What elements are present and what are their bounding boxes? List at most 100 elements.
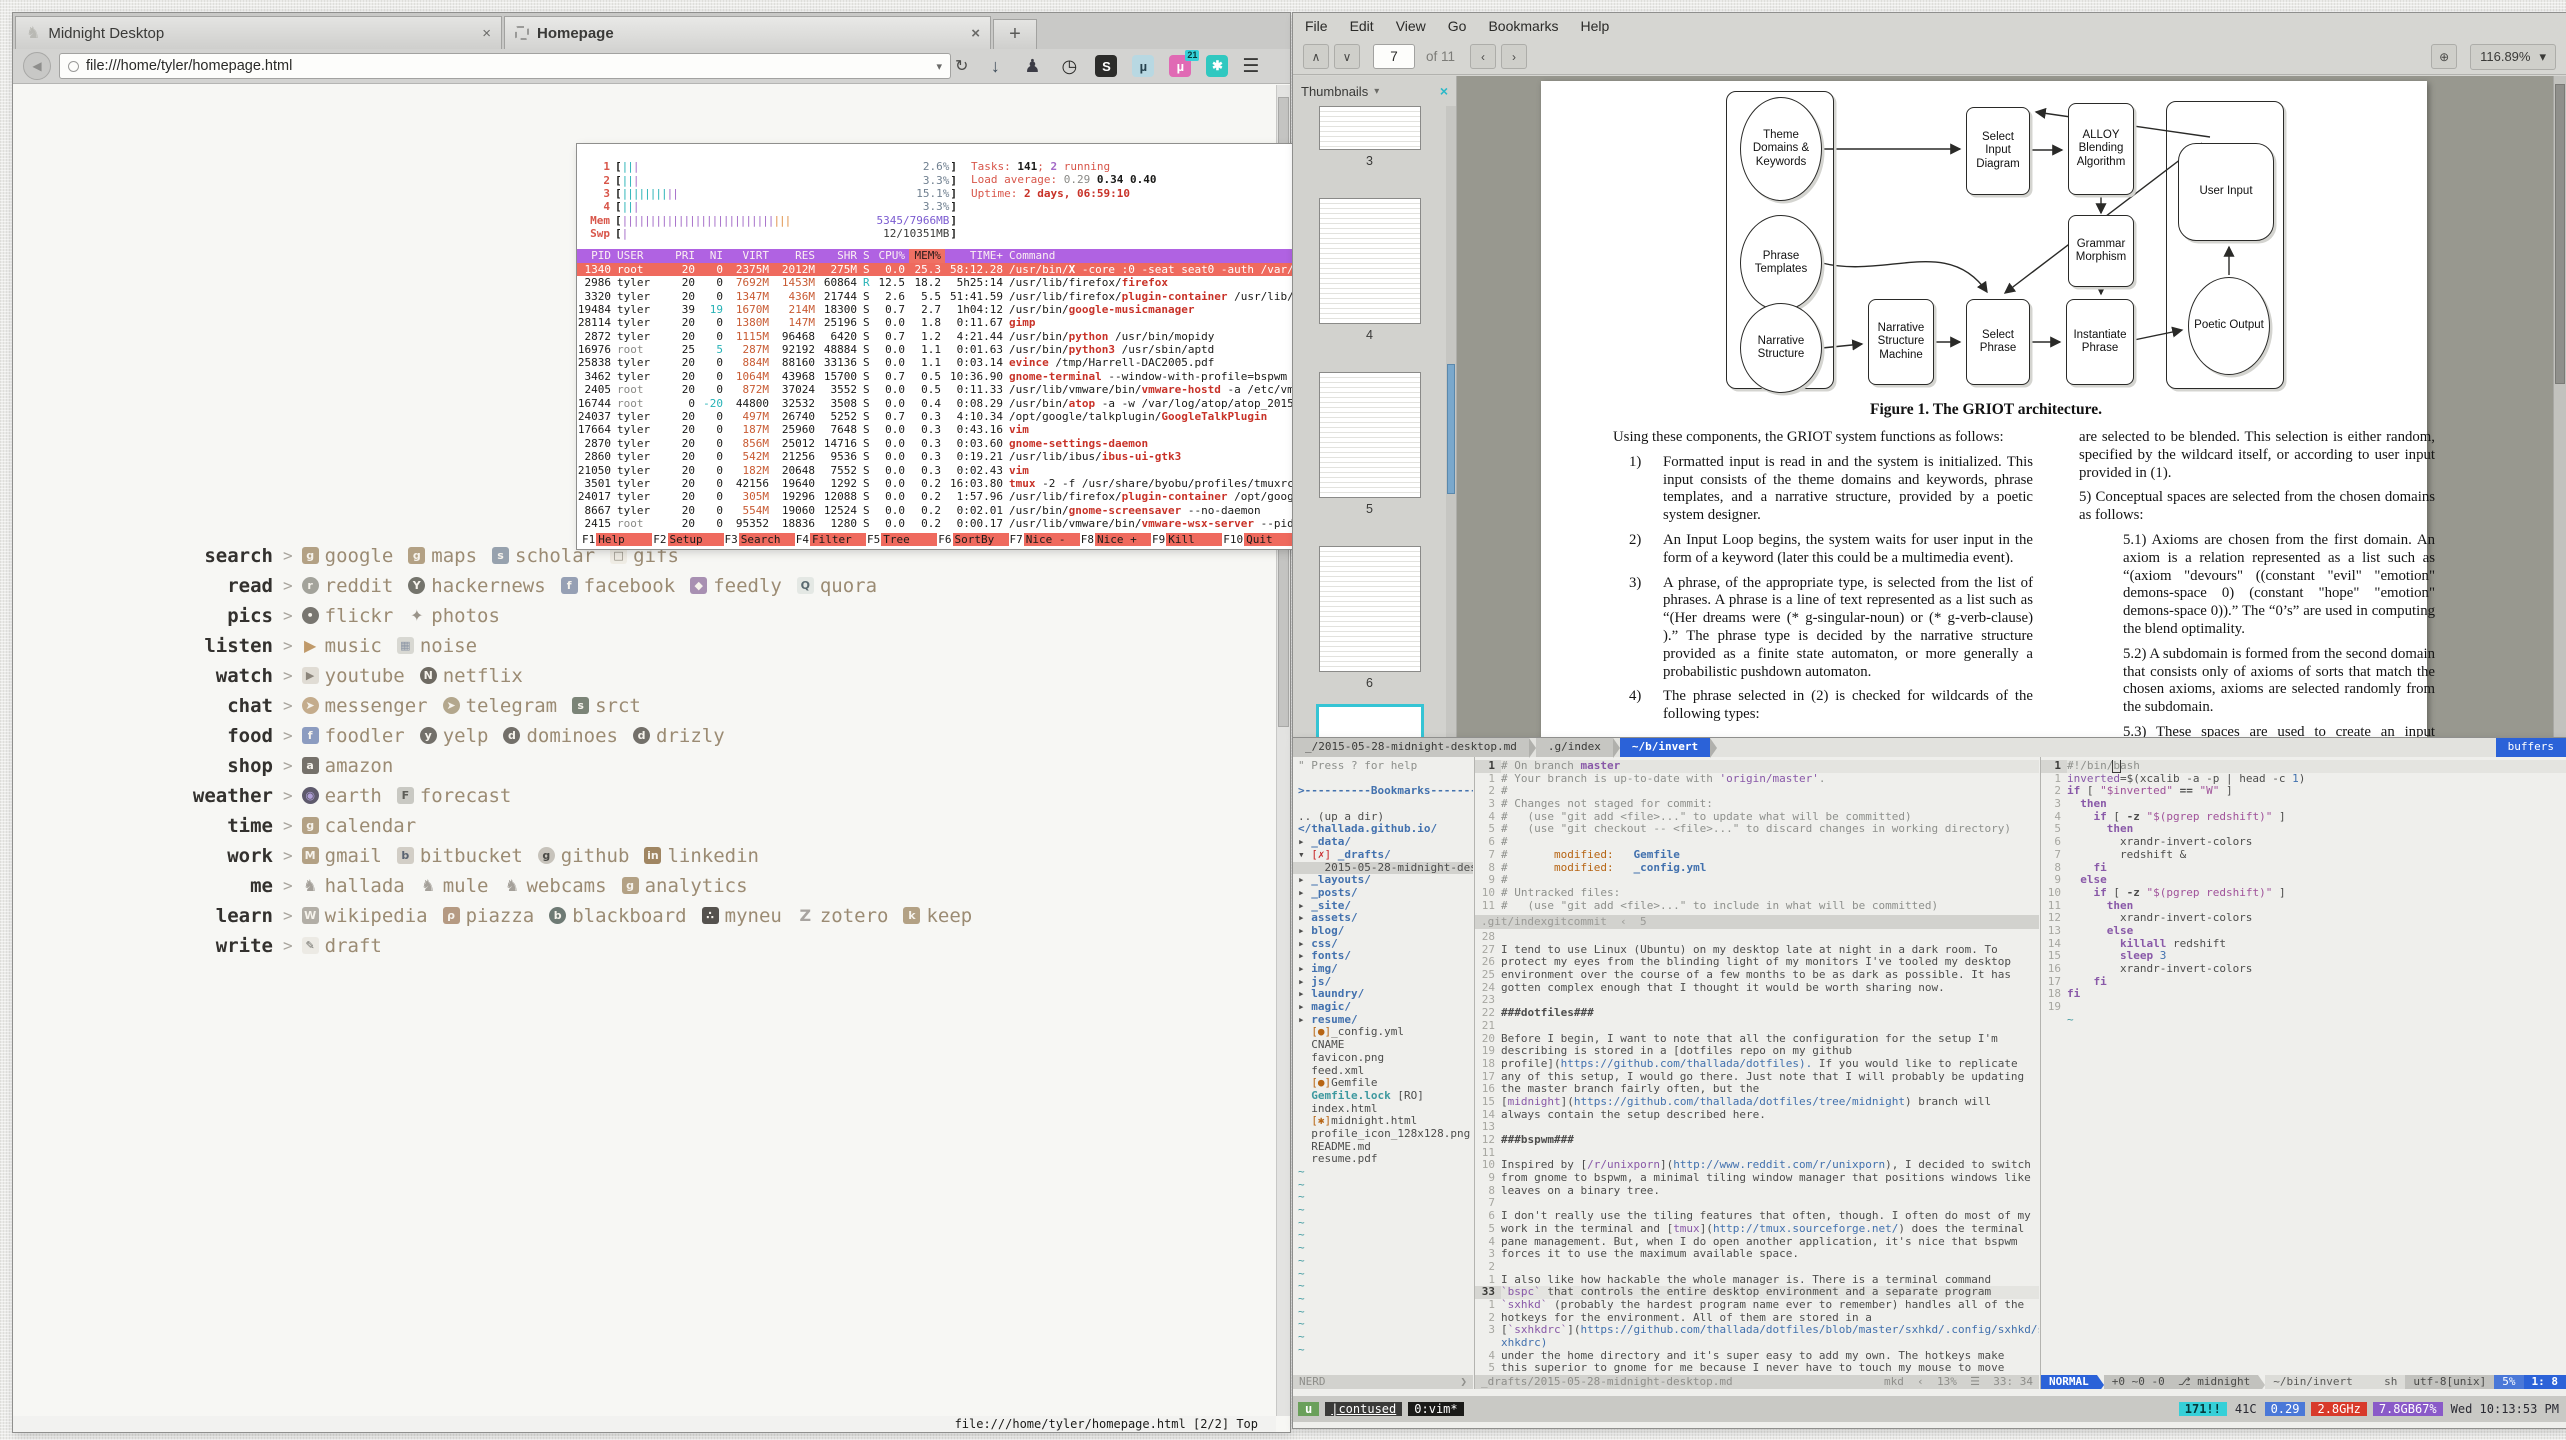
sidebar-scrollbar[interactable] bbox=[1446, 106, 1456, 737]
buffer-tab[interactable]: _/2015-05-28-midnight-desktop.md bbox=[1293, 738, 1529, 757]
yelp-link[interactable]: yyelp bbox=[420, 725, 489, 747]
page-number-input[interactable]: 7 bbox=[1373, 44, 1415, 69]
process-row[interactable]: 2870tyler200856M2501214716S0.00.30:03.60… bbox=[577, 437, 1330, 450]
process-row[interactable]: 17664tyler200187M259607648S0.00.30:43.16… bbox=[577, 423, 1330, 436]
page-down-button[interactable]: ∨ bbox=[1334, 44, 1360, 69]
process-row[interactable]: 19484tyler39191670M214M18300S0.72.71h04:… bbox=[577, 303, 1330, 316]
process-row[interactable]: 24037tyler200497M267405252S0.70.34:10.34… bbox=[577, 410, 1330, 423]
column-header-mem[interactable]: MEM% bbox=[909, 249, 945, 262]
hackernews-link[interactable]: Yhackernews bbox=[408, 575, 545, 597]
dominoes-link[interactable]: ddominoes bbox=[503, 725, 618, 747]
fkey-f8[interactable]: F8Nice + bbox=[1080, 533, 1151, 546]
thumbnail-page-3[interactable] bbox=[1319, 106, 1421, 150]
tab-close-icon[interactable]: × bbox=[971, 25, 980, 42]
forecast-link[interactable]: Fforecast bbox=[397, 785, 512, 807]
bitbucket-link[interactable]: bbitbucket bbox=[397, 845, 523, 867]
url-bar[interactable]: file:///home/tyler/homepage.html ▾ bbox=[59, 53, 951, 79]
process-row[interactable]: 1340root2002375M2012M275MS0.025.358:12.2… bbox=[577, 263, 1330, 276]
menu-item-edit[interactable]: Edit bbox=[1350, 18, 1374, 34]
telegram-link[interactable]: ➤telegram bbox=[443, 695, 558, 717]
calendar-link[interactable]: gcalendar bbox=[302, 815, 417, 837]
page-up-button[interactable]: ∧ bbox=[1303, 44, 1329, 69]
zoom-level-dropdown[interactable]: 116.89% ▾ bbox=[2470, 44, 2556, 70]
column-header-res[interactable]: RES bbox=[773, 249, 819, 262]
menu-item-bookmarks[interactable]: Bookmarks bbox=[1488, 18, 1558, 34]
menu-item-file[interactable]: File bbox=[1305, 18, 1328, 34]
menu-item-help[interactable]: Help bbox=[1581, 18, 1610, 34]
nerdtree-pane[interactable]: " Press ? for help>----------Bookmarks--… bbox=[1293, 757, 1473, 1389]
quora-link[interactable]: Qquora bbox=[797, 575, 877, 597]
analytics-link[interactable]: ganalytics bbox=[622, 875, 748, 897]
fkey-f1[interactable]: F1Help bbox=[581, 533, 652, 546]
fkey-f4[interactable]: F4Filter bbox=[795, 533, 866, 546]
pocket-icon[interactable]: ♟ bbox=[1021, 55, 1043, 77]
process-row[interactable]: 24017tyler200305M1929612088S0.00.21:57.9… bbox=[577, 490, 1330, 503]
download-icon[interactable]: ↓ bbox=[984, 55, 1006, 77]
myneu-link[interactable]: ∴myneu bbox=[702, 905, 782, 927]
google-link[interactable]: ggoogle bbox=[302, 545, 394, 567]
column-header-pri[interactable]: PRI bbox=[673, 249, 699, 262]
process-row[interactable]: 8667tyler200554M1906012524S0.00.20:02.01… bbox=[577, 504, 1330, 517]
process-row[interactable]: 2415root20095352188361280S0.00.20:00.17/… bbox=[577, 517, 1330, 530]
umatrix-icon[interactable]: µ bbox=[1132, 55, 1154, 77]
tab-midnight-desktop[interactable]: ♞ Midnight Desktop × bbox=[15, 16, 502, 49]
foodler-link[interactable]: ffoodler bbox=[302, 725, 405, 747]
thumbnail-page-5[interactable] bbox=[1319, 372, 1421, 498]
gmail-link[interactable]: Mgmail bbox=[302, 845, 382, 867]
process-row[interactable]: 16976root255287M9219248884S0.01.10:01.63… bbox=[577, 343, 1330, 356]
column-header-command[interactable]: Command bbox=[1007, 249, 1330, 262]
history-back-button[interactable]: ‹ bbox=[1470, 44, 1496, 69]
buffer-tab[interactable]: .g/index bbox=[1536, 738, 1613, 757]
tab-homepage[interactable]: Homepage × bbox=[504, 16, 991, 49]
fkey-f10[interactable]: F10Quit bbox=[1222, 533, 1300, 546]
pdf-scrollbar[interactable] bbox=[2553, 76, 2566, 737]
flashstopper-icon[interactable]: ✱ bbox=[1206, 55, 1228, 77]
process-row[interactable]: 3462tyler2001064M4396815700S0.70.510:36.… bbox=[577, 370, 1330, 383]
process-row[interactable]: 2860tyler200542M212569536S0.00.30:19.21/… bbox=[577, 450, 1330, 463]
keep-link[interactable]: kkeep bbox=[903, 905, 972, 927]
piazza-link[interactable]: ρpiazza bbox=[443, 905, 535, 927]
column-header-ni[interactable]: NI bbox=[699, 249, 727, 262]
photos-link[interactable]: ✦photos bbox=[408, 605, 500, 627]
scriptsafe-icon[interactable]: S bbox=[1095, 55, 1117, 77]
process-row[interactable]: 2872tyler2001115M964686420S0.71.24:21.44… bbox=[577, 330, 1330, 343]
column-header-virt[interactable]: VIRT bbox=[727, 249, 773, 262]
youtube-link[interactable]: ▶youtube bbox=[302, 665, 405, 687]
middle-vim-pane[interactable]: 1# On branch master1# Your branch is up-… bbox=[1474, 757, 2039, 1389]
reload-icon[interactable]: ↻ bbox=[955, 56, 968, 76]
column-header-time[interactable]: TIME+ bbox=[945, 249, 1007, 262]
sidebar-dropdown-icon[interactable]: ▾ bbox=[1374, 86, 1379, 97]
session-name[interactable]: |contused bbox=[1325, 1402, 1402, 1417]
process-row[interactable]: 28114tyler2001380M147M25196S0.01.80:11.6… bbox=[577, 316, 1330, 329]
thumbnail-page-6[interactable] bbox=[1319, 546, 1421, 672]
column-header-pid[interactable]: PID bbox=[577, 249, 615, 262]
process-row[interactable]: 21050tyler200182M206487552S0.00.30:02.43… bbox=[577, 464, 1330, 477]
buffer-tab[interactable]: ~/b/invert bbox=[1620, 738, 1710, 757]
maps-link[interactable]: gmaps bbox=[408, 545, 477, 567]
new-tab-button[interactable]: + bbox=[993, 19, 1037, 49]
process-row[interactable]: 3501tyler20042156196401292S0.00.216:03.8… bbox=[577, 477, 1330, 490]
menu-item-go[interactable]: Go bbox=[1448, 18, 1467, 34]
process-table-header[interactable]: PIDUSERPRINIVIRTRESSHRSCPU%MEM%TIME+Comm… bbox=[577, 249, 1330, 262]
fkey-f3[interactable]: F3Search bbox=[724, 533, 795, 546]
tmux-window-0-vim[interactable]: 0:vim* bbox=[1408, 1402, 1463, 1417]
draft-link[interactable]: ✎draft bbox=[302, 935, 382, 957]
zotero-link[interactable]: Zzotero bbox=[797, 905, 889, 927]
wikipedia-link[interactable]: Wwikipedia bbox=[302, 905, 428, 927]
process-row[interactable]: 25838tyler200884M8816033136S0.01.10:03.1… bbox=[577, 356, 1330, 369]
scrollbar-thumb[interactable] bbox=[2555, 84, 2565, 384]
mule-link[interactable]: ♞mule bbox=[420, 875, 489, 897]
fkey-f6[interactable]: F6SortBy bbox=[937, 533, 1008, 546]
fkey-f7[interactable]: F7Nice - bbox=[1009, 533, 1080, 546]
script-vim-pane[interactable]: 1#!/bin/bash1inverted=$(xcalib -a -p | h… bbox=[2040, 757, 2566, 1389]
reddit-link[interactable]: rreddit bbox=[302, 575, 394, 597]
menu-icon[interactable]: ☰ bbox=[1242, 55, 1259, 78]
history-clock-icon[interactable]: ◷ bbox=[1058, 55, 1080, 77]
music-link[interactable]: ▶music bbox=[302, 635, 382, 657]
menu-item-view[interactable]: View bbox=[1396, 18, 1426, 34]
messenger-link[interactable]: ➤messenger bbox=[302, 695, 428, 717]
flickr-link[interactable]: •flickr bbox=[302, 605, 394, 627]
tab-close-icon[interactable]: × bbox=[482, 25, 491, 42]
scrollbar-thumb[interactable] bbox=[1447, 364, 1455, 494]
linkedin-link[interactable]: inlinkedin bbox=[644, 845, 759, 867]
